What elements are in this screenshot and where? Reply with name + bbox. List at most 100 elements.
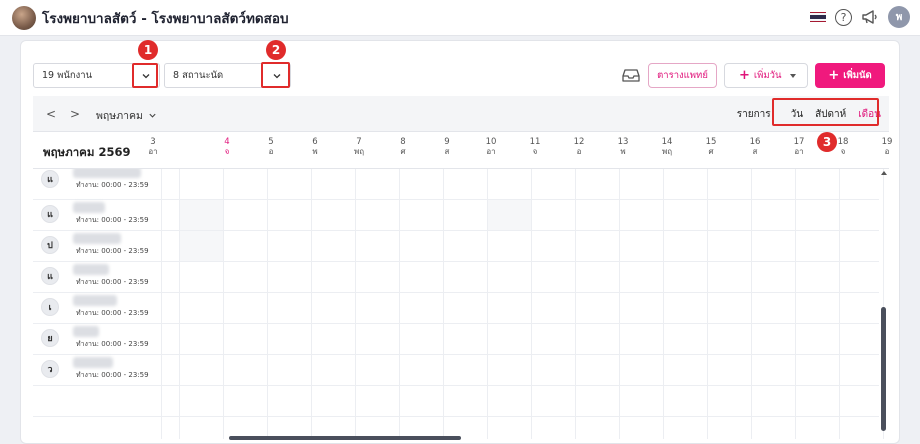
- staff-working-hours: ทำงาน: 00:00 - 23:59: [76, 278, 149, 286]
- weekday-label: ศ: [708, 147, 714, 156]
- grid-row-line: [33, 416, 879, 417]
- tab-list[interactable]: รายการ: [731, 107, 777, 122]
- day-column-header[interactable]: 17 อา: [777, 137, 821, 157]
- weekday-label: อา: [486, 147, 496, 156]
- horizontal-scroll-thumb[interactable]: [229, 436, 461, 440]
- weekday-label: อา: [794, 147, 804, 156]
- help-icon[interactable]: ?: [835, 8, 852, 26]
- prev-month-arrow-icon[interactable]: <: [45, 107, 57, 121]
- grid-column-line: [663, 169, 664, 439]
- weekday-label: พ: [312, 147, 318, 156]
- staff-row[interactable]: แทำงาน: 00:00 - 23:59: [33, 200, 161, 230]
- add-day-dropdown-button[interactable]: + เพิ่มวัน: [724, 63, 808, 88]
- staff-working-hours: ทำงาน: 00:00 - 23:59: [76, 309, 149, 317]
- staff-row[interactable]: ปทำงาน: 00:00 - 23:59: [33, 231, 161, 261]
- day-number: 14: [661, 137, 673, 147]
- day-column-header[interactable]: 10 อา: [469, 137, 513, 157]
- staff-working-hours: ทำงาน: 00:00 - 23:59: [76, 181, 149, 189]
- annotation-box-1: [132, 63, 158, 88]
- day-column-header[interactable]: 13 พ: [601, 137, 645, 157]
- staff-avatar: เ: [41, 298, 59, 316]
- calendar-grid-body: แทำงาน: 00:00 - 23:59 แทำงาน: 00:00 - 23:…: [33, 169, 889, 439]
- day-column-header[interactable]: 18 จ: [821, 137, 865, 157]
- grid-column-line: [267, 169, 268, 439]
- grid-column-line: [443, 169, 444, 439]
- day-number: 8: [400, 137, 406, 147]
- day-column-header[interactable]: 16 ส: [733, 137, 777, 157]
- add-day-label: เพิ่มวัน: [753, 70, 782, 81]
- day-number: 7: [356, 137, 362, 147]
- shaded-cell: [179, 200, 223, 231]
- staff-avatar: ย: [41, 329, 59, 347]
- day-column-header[interactable]: 6พ: [293, 137, 337, 157]
- weekday-label: ส: [444, 147, 450, 156]
- grid-column-line: [839, 169, 840, 439]
- staff-working-hours: ทำงาน: 00:00 - 23:59: [76, 216, 149, 224]
- staff-row[interactable]: แทำงาน: 00:00 - 23:59: [33, 169, 161, 195]
- top-right-tools: ? พ: [810, 6, 910, 28]
- day-column-header[interactable]: 14 พฤ: [645, 137, 689, 157]
- weekday-label: ศ: [400, 147, 406, 156]
- day-column-header[interactable]: 11 จ: [513, 137, 557, 157]
- thai-flag-icon[interactable]: [810, 11, 826, 23]
- grid-column-line: [487, 169, 488, 439]
- grid-column-line: [179, 169, 180, 439]
- calendar-toolbar: < > พฤษภาคม รายการ วัน สัปดาห์ เดือน: [33, 96, 889, 132]
- grid-column-line: [531, 169, 532, 439]
- weekday-label: จ: [224, 147, 230, 156]
- calendar-grid-header: พฤษภาคม 2569 3 อา 4 จ 5 อ 6 พ 7 พฤ 8 ศ 9 ส 10 อา 11 จ 12 อ 1…: [33, 132, 892, 169]
- day-number: 13: [617, 137, 629, 147]
- staff-row[interactable]: วทำงาน: 00:00 - 23:59: [33, 355, 161, 385]
- day-number: 10: [485, 137, 497, 147]
- user-avatar[interactable]: พ: [888, 6, 910, 28]
- weekday-label: พฤ: [661, 147, 673, 156]
- grid-row-line: [33, 385, 879, 386]
- day-column-header[interactable]: 15 ศ: [689, 137, 733, 157]
- day-number: 5: [268, 137, 274, 147]
- weekday-label: จ: [840, 147, 846, 156]
- staff-working-hours: ทำงาน: 00:00 - 23:59: [76, 371, 149, 379]
- grid-column-line: [355, 169, 356, 439]
- staff-avatar: ว: [41, 360, 59, 378]
- staff-working-hours: ทำงาน: 00:00 - 23:59: [76, 340, 149, 348]
- staff-name-blurred: [73, 233, 121, 244]
- annotation-box-2: [261, 62, 290, 88]
- staff-row[interactable]: แทำงาน: 00:00 - 23:59: [33, 262, 161, 292]
- annotation-badge-1: 1: [138, 40, 158, 60]
- day-number: 6: [312, 137, 318, 147]
- day-column-header[interactable]: 19 อ: [865, 137, 909, 157]
- add-appointment-button[interactable]: + เพิ่มนัด: [815, 63, 885, 88]
- vertical-scroll-thumb[interactable]: [881, 307, 886, 431]
- scroll-up-arrow-icon[interactable]: [881, 171, 887, 175]
- annotation-badge-2: 2: [266, 40, 286, 60]
- day-column-header[interactable]: 9ส: [425, 137, 469, 157]
- weekday-label: พฤ: [353, 147, 365, 156]
- staff-select-value: 19 พนักงาน: [42, 70, 93, 81]
- day-number: 3: [150, 137, 156, 147]
- shaded-cell: [487, 200, 531, 231]
- plus-icon: +: [828, 67, 840, 83]
- staff-row[interactable]: เทำงาน: 00:00 - 23:59: [33, 293, 161, 323]
- month-select[interactable]: พฤษภาคม: [96, 107, 157, 124]
- day-column-header[interactable]: 7 พฤ: [337, 137, 381, 157]
- staff-working-hours: ทำงาน: 00:00 - 23:59: [76, 247, 149, 255]
- vertical-scrollbar[interactable]: [879, 169, 889, 439]
- day-number: 18: [837, 137, 849, 147]
- horizontal-scrollbar[interactable]: [161, 434, 879, 442]
- inbox-tray-icon[interactable]: [622, 67, 640, 83]
- staff-row[interactable]: ยทำงาน: 00:00 - 23:59: [33, 324, 161, 354]
- weekday-label: จ: [532, 147, 538, 156]
- month-select-label: พฤษภาคม: [96, 110, 143, 122]
- chevron-down-icon: [149, 113, 156, 118]
- day-column-header[interactable]: 5อ: [249, 137, 293, 157]
- day-number: 9: [444, 137, 450, 147]
- day-column-header[interactable]: 3 อา: [131, 137, 175, 157]
- staff-avatar: แ: [41, 267, 59, 285]
- next-month-arrow-icon[interactable]: >: [69, 107, 81, 121]
- megaphone-icon[interactable]: [861, 9, 879, 25]
- day-column-header[interactable]: 12 อ: [557, 137, 601, 157]
- day-column-header[interactable]: 8ศ: [381, 137, 425, 157]
- weekday-label: อา: [148, 147, 158, 156]
- day-column-header[interactable]: 4จ: [205, 137, 249, 157]
- doctor-schedule-button[interactable]: ตารางแพทย์: [648, 63, 717, 88]
